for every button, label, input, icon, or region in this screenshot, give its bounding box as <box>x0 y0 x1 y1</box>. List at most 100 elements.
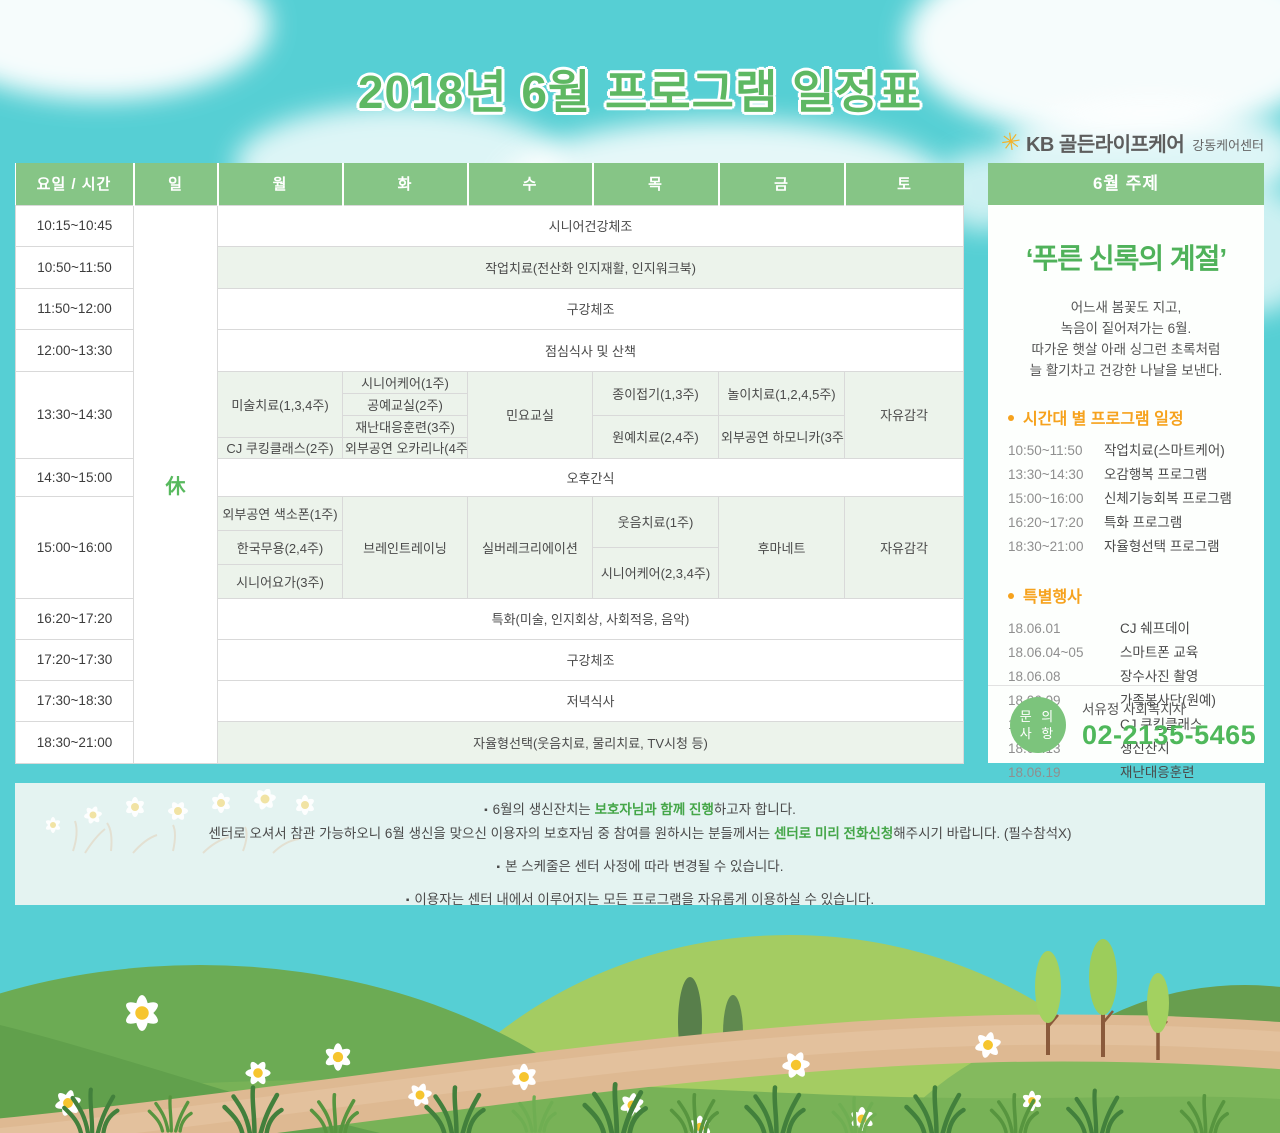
time-cell: 11:50~12:00 <box>16 288 134 329</box>
program-cell: 오후간식 <box>218 458 964 496</box>
note-text: 6월의 생신잔치는 <box>493 802 595 817</box>
program-cell: CJ 쿠킹클래스(2주) <box>218 437 343 458</box>
program-cell: 공예교실(2주) <box>343 393 468 415</box>
poem-line: 어느새 봄꽃도 지고, <box>988 297 1264 318</box>
poem-line: 녹음이 짙어져가는 6월. <box>988 318 1264 339</box>
note-highlight: 보호자님과 함께 진행 <box>595 802 714 817</box>
rest-cell: 休 <box>134 205 218 763</box>
column-header-tue: 화 <box>343 163 468 205</box>
item-time: 18:30~21:00 <box>1008 535 1104 559</box>
note-text: 하고자 합니다. <box>714 802 796 817</box>
program-cell: 민요교실 <box>468 371 593 458</box>
item-time: 13:30~14:30 <box>1008 463 1104 487</box>
item-date: 18.06.04~05 <box>1008 641 1120 665</box>
program-cell: 미술치료(1,3,4주) <box>218 371 343 437</box>
schedule-table: 요일 / 시간 일 월 화 수 목 금 토 10:15~10:45 休 시니어건… <box>15 163 964 764</box>
program-cell: 자율형선택(웃음치료, 물리치료, TV시청 등) <box>218 721 964 763</box>
item-date: 18.06.01 <box>1008 617 1120 641</box>
monthly-theme-sidebar: 6월 주제 ‘푸른 신록의 계절’ 어느새 봄꽃도 지고, 녹음이 짙어져가는 … <box>988 163 1264 763</box>
time-cell: 13:30~14:30 <box>16 371 134 458</box>
inquiry-badge: 문 의 사 항 <box>1010 697 1066 753</box>
kb-logo: ✳ KB 골든라이프케어 강동케어센터 <box>1001 128 1264 157</box>
program-cell: 놀이치료(1,2,4,5주) <box>719 371 845 415</box>
contact-info: 서유정 사회복지사 02-2135-5465 <box>1082 698 1256 751</box>
program-cell: 외부공연 오카리나(4주) <box>343 437 468 458</box>
item-name: CJ 쉐프데이 <box>1120 617 1190 641</box>
program-cell: 저녁식사 <box>218 680 964 721</box>
poem-line: 따가운 햇살 아래 싱그런 초록처럼 <box>988 339 1264 360</box>
program-cell: 재난대응훈련(3주) <box>343 415 468 437</box>
time-cell: 17:30~18:30 <box>16 680 134 721</box>
section-title-text: 특별행사 <box>1023 589 1082 606</box>
badge-line: 사 항 <box>1010 725 1066 742</box>
time-program-section: 시간대 별 프로그램 일정 10:50~11:50작업치료(스마트케어) 13:… <box>1008 405 1264 559</box>
list-item: 10:50~11:50작업치료(스마트케어) <box>1008 439 1264 463</box>
poem-line: 늘 활기차고 건강한 나날을 보낸다. <box>988 360 1264 381</box>
section-title: 특별행사 <box>1008 583 1264 607</box>
notes-panel: ▪6월의 생신잔치는 보호자님과 함께 진행하고자 합니다. 센터로 오셔서 참… <box>15 783 1265 905</box>
time-cell: 10:15~10:45 <box>16 205 134 246</box>
item-name: 재난대응훈련 <box>1120 761 1195 785</box>
item-name: 신체기능회복 프로그램 <box>1104 487 1232 511</box>
list-item: 18.06.01CJ 쉐프데이 <box>1008 617 1264 641</box>
item-name: 특화 프로그램 <box>1104 511 1182 535</box>
bullet-icon: ▪ <box>484 805 488 816</box>
time-cell: 10:50~11:50 <box>16 246 134 288</box>
program-cell: 후마네트 <box>719 496 845 598</box>
time-cell: 12:00~13:30 <box>16 329 134 371</box>
note-text: 본 스케줄은 센터 사정에 따라 변경될 수 있습니다. <box>505 859 783 874</box>
sidebar-panel: ‘푸른 신록의 계절’ 어느새 봄꽃도 지고, 녹음이 짙어져가는 6월. 따가… <box>988 205 1264 763</box>
theme-poem: 어느새 봄꽃도 지고, 녹음이 짙어져가는 6월. 따가운 햇살 아래 싱그런 … <box>988 297 1264 381</box>
page-title: 2018년 6월 프로그램 일정표 <box>0 56 1280 122</box>
column-header-thu: 목 <box>593 163 719 205</box>
item-name: 스마트폰 교육 <box>1120 641 1198 665</box>
list-item: 18:30~21:00자율형선택 프로그램 <box>1008 535 1264 559</box>
column-header-time: 요일 / 시간 <box>16 163 134 205</box>
badge-line: 문 의 <box>1010 708 1066 725</box>
list-item: 15:00~16:00신체기능회복 프로그램 <box>1008 487 1264 511</box>
logo-branch: 강동케어센터 <box>1192 131 1264 154</box>
program-cell: 시니어케어(1주) <box>343 371 468 393</box>
time-cell: 16:20~17:20 <box>16 598 134 639</box>
program-cell: 외부공연 하모니카(3주) <box>719 415 845 458</box>
note-highlight: 센터로 미리 전화신청 <box>774 826 893 841</box>
time-cell: 15:00~16:00 <box>16 496 134 598</box>
section-title-text: 시간대 별 프로그램 일정 <box>1023 411 1184 428</box>
daisy-garland-decoration <box>33 789 323 859</box>
grass-sketch-decoration <box>73 821 299 853</box>
poster-background: { "title": "2018년 6월 프로그램 일정표", "logo": … <box>0 0 1280 1133</box>
time-cell: 18:30~21:00 <box>16 721 134 763</box>
list-item: 18.06.04~05스마트폰 교육 <box>1008 641 1264 665</box>
item-time: 10:50~11:50 <box>1008 439 1104 463</box>
program-cell: 원예치료(2,4주) <box>593 415 719 458</box>
program-cell: 종이접기(1,3주) <box>593 371 719 415</box>
hills-illustration <box>0 905 1280 1133</box>
column-header-sat: 토 <box>845 163 964 205</box>
contact-section: 문 의 사 항 서유정 사회복지사 02-2135-5465 <box>988 685 1264 763</box>
logo-name: KB 골든라이프케어 <box>1026 128 1184 157</box>
program-cell: 웃음치료(1주) <box>593 496 719 547</box>
table-header-row: 요일 / 시간 일 월 화 수 목 금 토 <box>16 163 964 205</box>
contact-person: 서유정 사회복지사 <box>1082 698 1256 718</box>
daisy-row <box>45 789 316 833</box>
bullet-dot-icon <box>1008 593 1014 599</box>
item-name: 자율형선택 프로그램 <box>1104 535 1220 559</box>
kb-star-icon: ✳ <box>999 129 1022 156</box>
time-cell: 14:30~15:00 <box>16 458 134 496</box>
column-header-wed: 수 <box>468 163 593 205</box>
program-cell: 점심식사 및 산책 <box>218 329 964 371</box>
list-item: 18.06.19재난대응훈련 <box>1008 761 1264 785</box>
column-header-mon: 월 <box>218 163 343 205</box>
table-row: 10:15~10:45 休 시니어건강체조 <box>16 205 964 246</box>
program-cell: 구강체조 <box>218 288 964 329</box>
program-cell: 시니어요가(3주) <box>218 564 343 598</box>
time-cell: 17:20~17:30 <box>16 639 134 680</box>
column-header-fri: 금 <box>719 163 845 205</box>
program-cell: 시니어건강체조 <box>218 205 964 246</box>
program-cell: 특화(미술, 인지회상, 사회적응, 음악) <box>218 598 964 639</box>
program-cell: 구강체조 <box>218 639 964 680</box>
sidebar-header: 6월 주제 <box>988 163 1264 205</box>
item-time: 15:00~16:00 <box>1008 487 1104 511</box>
contact-phone: 02-2135-5465 <box>1082 720 1256 751</box>
program-cell: 한국무용(2,4주) <box>218 530 343 564</box>
